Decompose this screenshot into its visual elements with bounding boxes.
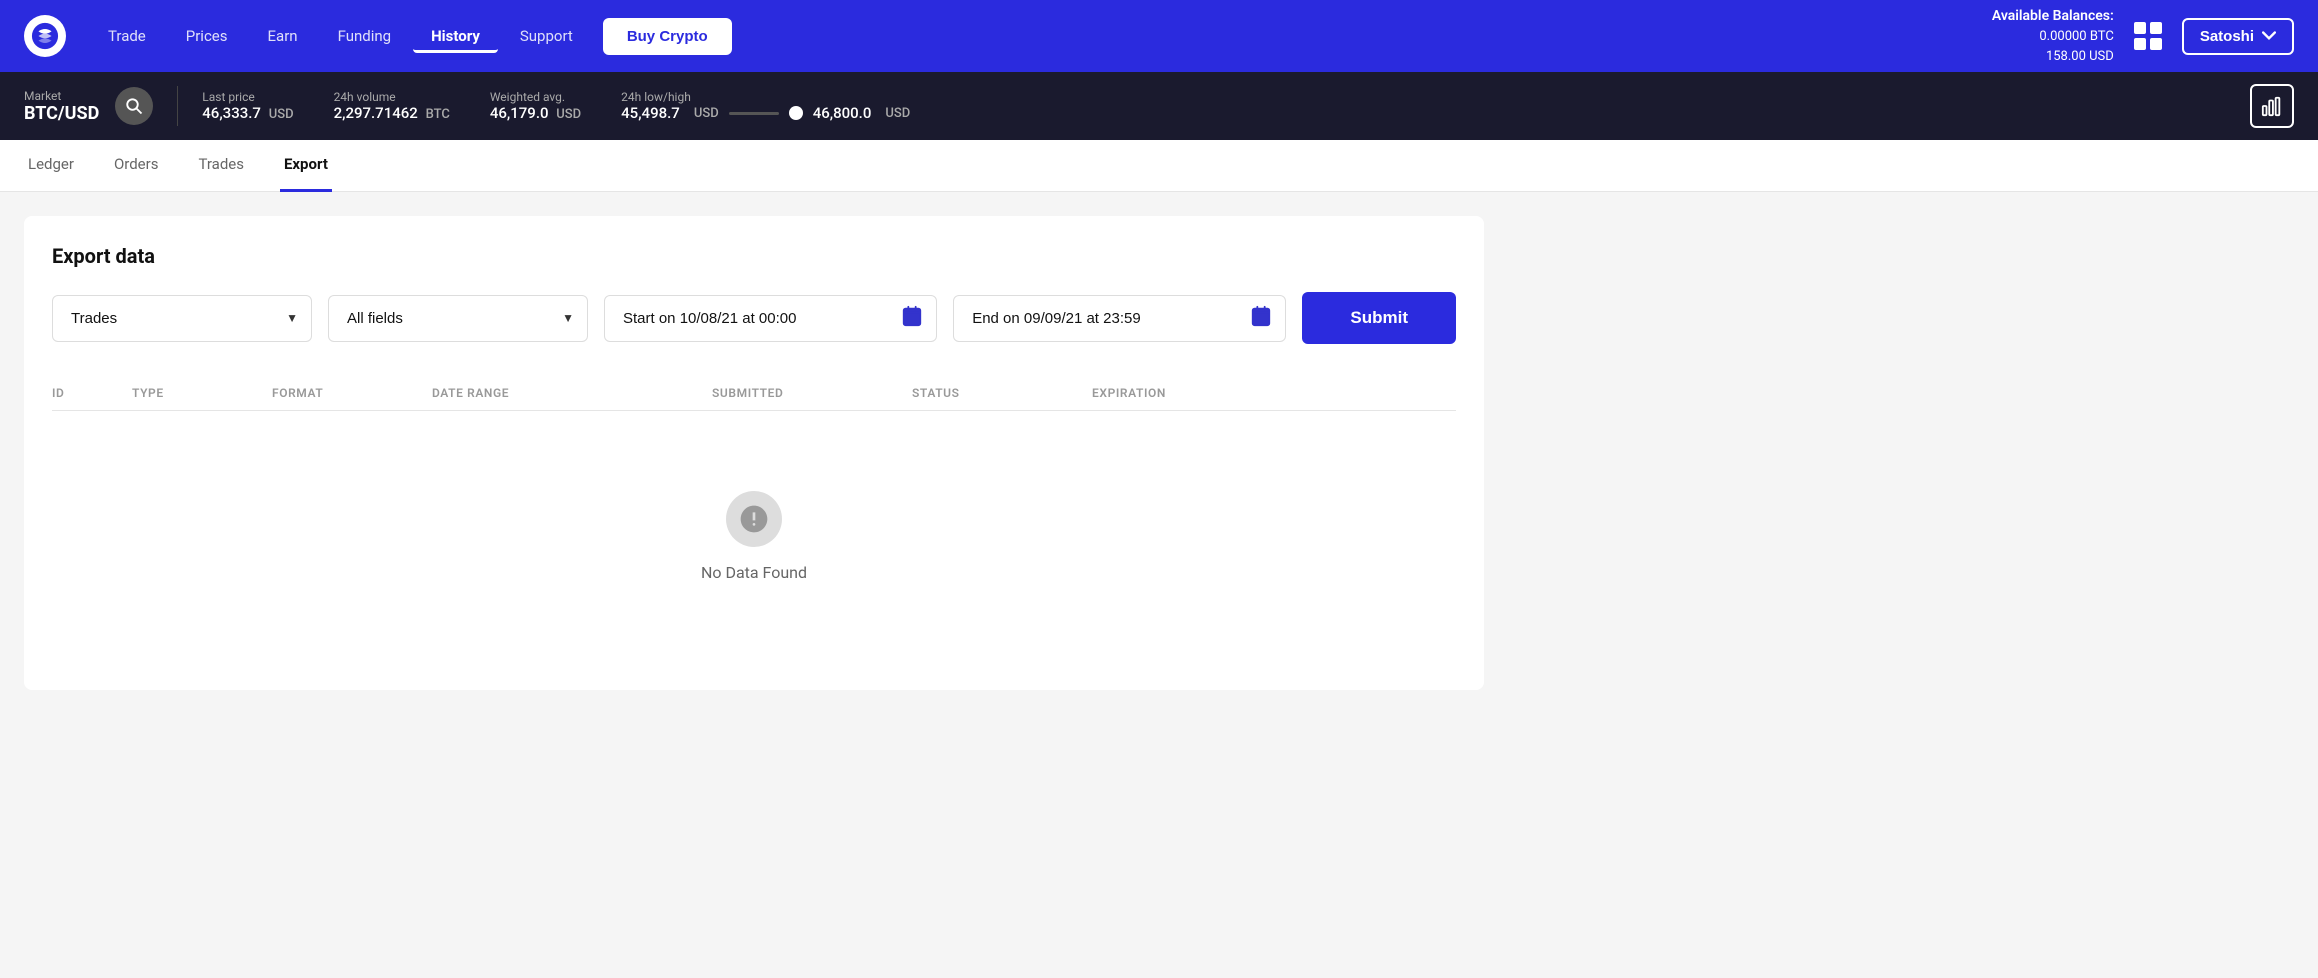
col-status: STATUS xyxy=(912,386,1092,400)
market-bar: Market BTC/USD Last price 46,333.7 USD 2… xyxy=(0,72,2318,140)
end-calendar-icon[interactable] xyxy=(1250,305,1272,331)
nav-support[interactable]: Support xyxy=(502,19,591,53)
usd-balance: 158.00 USD xyxy=(1992,47,2114,67)
end-date-wrapper xyxy=(953,295,1286,342)
market-divider xyxy=(177,86,178,126)
user-menu-button[interactable]: Satoshi xyxy=(2182,18,2294,55)
export-controls: Trades Orders Ledger ▼ All fields CSV JS… xyxy=(52,292,1456,344)
format-select-wrapper: All fields CSV JSON ▼ xyxy=(328,295,588,342)
last-price-stat: Last price 46,333.7 USD xyxy=(202,90,293,122)
table-header: ID TYPE FORMAT DATE RANGE SUBMITTED STAT… xyxy=(52,376,1456,411)
nav-earn[interactable]: Earn xyxy=(250,19,316,53)
start-calendar-icon[interactable] xyxy=(901,305,923,331)
available-balances: Available Balances: 0.00000 BTC 158.00 U… xyxy=(1992,6,2114,66)
export-card: Export data Trades Orders Ledger ▼ All f… xyxy=(24,216,1484,690)
nav-trade[interactable]: Trade xyxy=(90,19,164,53)
low-unit: USD xyxy=(694,106,719,121)
col-date-range: DATE RANGE xyxy=(432,386,712,400)
weighted-avg-stat: Weighted avg. 46,179.0 USD xyxy=(490,90,581,122)
volume-unit: BTC xyxy=(426,107,450,122)
last-price-unit: USD xyxy=(269,107,294,122)
no-data-container: No Data Found xyxy=(52,411,1456,662)
nav-prices[interactable]: Prices xyxy=(168,19,246,53)
lowhigh-line xyxy=(729,112,779,115)
high-unit: USD xyxy=(885,106,910,121)
logo[interactable] xyxy=(24,15,66,57)
tab-trades[interactable]: Trades xyxy=(194,140,248,192)
nav-history[interactable]: History xyxy=(413,19,498,53)
top-navigation: Trade Prices Earn Funding History Suppor… xyxy=(0,0,2318,72)
type-select[interactable]: Trades Orders Ledger xyxy=(52,295,312,342)
col-type: TYPE xyxy=(132,386,272,400)
tab-orders[interactable]: Orders xyxy=(110,140,163,192)
tab-ledger[interactable]: Ledger xyxy=(24,140,78,192)
weighted-value: 46,179.0 xyxy=(490,104,549,122)
export-table: ID TYPE FORMAT DATE RANGE SUBMITTED STAT… xyxy=(52,376,1456,662)
market-pair: BTC/USD xyxy=(24,103,99,124)
start-date-input[interactable] xyxy=(604,295,937,342)
chart-button[interactable] xyxy=(2250,84,2294,128)
no-data-text: No Data Found xyxy=(701,563,807,582)
market-info: Market BTC/USD xyxy=(24,87,153,125)
main-content: Export data Trades Orders Ledger ▼ All f… xyxy=(0,192,2318,978)
last-price-value: 46,333.7 xyxy=(202,104,261,122)
col-id: ID xyxy=(52,386,132,400)
volume-value: 2,297.71462 xyxy=(334,104,418,122)
low-value: 45,498.7 xyxy=(621,104,680,122)
no-data-icon xyxy=(726,491,782,547)
weighted-unit: USD xyxy=(556,107,581,122)
nav-right: Available Balances: 0.00000 BTC 158.00 U… xyxy=(1992,6,2294,66)
sub-navigation: Ledger Orders Trades Export xyxy=(0,140,2318,192)
lowhigh-stat: 24h low/high 45,498.7 USD 46,800.0 USD xyxy=(621,90,910,122)
volume-stat: 24h volume 2,297.71462 BTC xyxy=(334,90,450,122)
col-format: FORMAT xyxy=(272,386,432,400)
nav-links: Trade Prices Earn Funding History Suppor… xyxy=(90,18,1984,55)
col-submitted: SUBMITTED xyxy=(712,386,912,400)
btc-balance: 0.00000 BTC xyxy=(1992,27,2114,47)
market-search-button[interactable] xyxy=(115,87,153,125)
lowhigh-dot xyxy=(789,106,803,120)
market-name: Market BTC/USD xyxy=(24,89,99,124)
export-title: Export data xyxy=(52,244,1456,268)
end-date-input[interactable] xyxy=(953,295,1286,342)
tab-export[interactable]: Export xyxy=(280,140,332,192)
user-label: Satoshi xyxy=(2200,28,2254,45)
start-date-wrapper xyxy=(604,295,937,342)
high-value: 46,800.0 xyxy=(813,104,872,122)
submit-button[interactable]: Submit xyxy=(1302,292,1456,344)
type-select-wrapper: Trades Orders Ledger ▼ xyxy=(52,295,312,342)
nav-funding[interactable]: Funding xyxy=(320,19,410,53)
buy-crypto-button[interactable]: Buy Crypto xyxy=(603,18,732,55)
grid-view-icon[interactable] xyxy=(2130,18,2166,54)
col-expiration: EXPIRATION xyxy=(1092,386,1292,400)
format-select[interactable]: All fields CSV JSON xyxy=(328,295,588,342)
